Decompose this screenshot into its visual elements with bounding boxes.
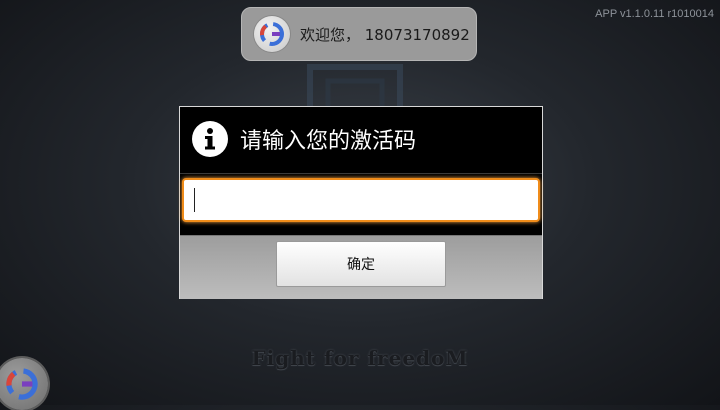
- g-logo-icon: [254, 16, 290, 52]
- activation-dialog: 请输入您的激活码 确定: [179, 106, 543, 299]
- activation-code-input[interactable]: [182, 178, 540, 222]
- text-caret: [194, 188, 195, 212]
- dialog-button-bar: 确定: [180, 235, 542, 299]
- background-tagline: Fight for freedoM: [251, 346, 469, 370]
- welcome-toast: 欢迎您， 18073170892: [241, 7, 477, 61]
- welcome-message: 欢迎您， 18073170892: [300, 25, 470, 44]
- floating-g-button[interactable]: [0, 358, 48, 410]
- dialog-header: 请输入您的激活码: [180, 107, 542, 171]
- g-logo-icon: [6, 368, 38, 400]
- version-label: APP v1.1.0.11 r1010014: [595, 8, 714, 20]
- confirm-button[interactable]: 确定: [276, 241, 446, 287]
- dialog-divider: [180, 173, 542, 174]
- info-icon: [192, 121, 228, 157]
- dialog-title: 请输入您的激活码: [240, 129, 417, 154]
